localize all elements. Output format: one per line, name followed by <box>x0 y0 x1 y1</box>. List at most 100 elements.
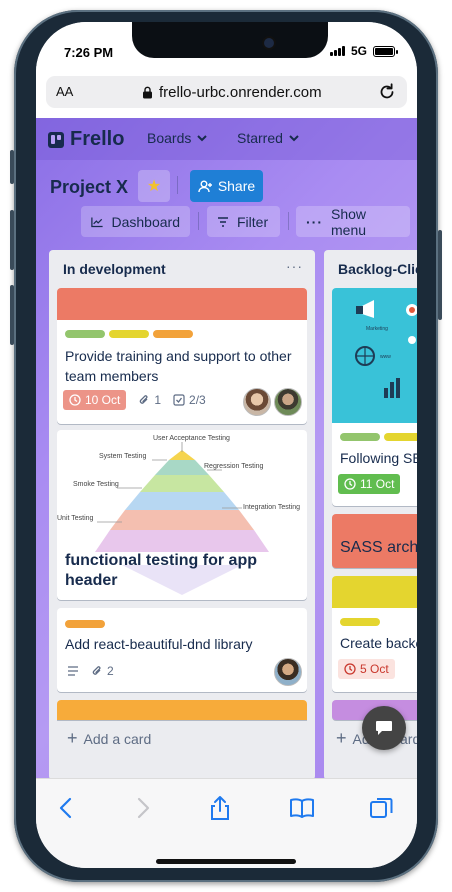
attachments-count: 1 <box>154 393 162 407</box>
card-badges: 10 Oct 1 2/3 <box>63 390 206 410</box>
pyramid-label-system: System Testing <box>99 453 146 460</box>
card-badges: 2 <box>67 664 114 678</box>
attachments-badge: 2 <box>91 664 114 678</box>
mute-switch <box>10 150 14 184</box>
plus-icon: + <box>336 728 347 748</box>
home-indicator <box>156 859 296 864</box>
divider <box>177 176 178 194</box>
card-title: Add react-beautiful-dnd library <box>65 636 253 652</box>
share-button[interactable]: Share <box>190 170 263 202</box>
dashboard-button[interactable]: Dashboard <box>81 206 190 237</box>
card-sass[interactable]: SASS archit <box>332 514 417 568</box>
screen: 7:26 PM 5G AA frello-urbc.onrender.com F… <box>36 22 417 868</box>
list-title[interactable]: In development <box>63 261 166 277</box>
chat-button[interactable] <box>362 706 406 750</box>
checklist-progress: 2/3 <box>189 393 206 407</box>
share-icon[interactable] <box>207 795 233 821</box>
card-title: SASS archit <box>340 539 417 556</box>
starred-menu-button[interactable]: Starred <box>237 130 299 146</box>
star-icon: ★ <box>146 178 162 195</box>
pyramid-label-regression: Regression Testing <box>204 463 264 470</box>
label-green[interactable] <box>340 433 380 441</box>
cover-text-marketing: Marketing <box>366 326 388 332</box>
filter-label: Filter <box>237 213 269 230</box>
board-title[interactable]: Project X <box>50 177 128 198</box>
due-date-badge[interactable]: 11 Oct <box>338 474 401 494</box>
member-avatar[interactable] <box>274 658 302 686</box>
add-card-button[interactable]: + Add a card <box>67 728 151 749</box>
lock-icon <box>143 86 152 99</box>
label-yellow[interactable] <box>340 618 380 626</box>
app-logo[interactable]: Frello <box>48 128 124 151</box>
list-menu-button[interactable]: ··· <box>286 258 303 274</box>
label-yellow[interactable] <box>109 330 149 338</box>
card-training[interactable]: Provide training and support to other te… <box>57 288 307 424</box>
back-icon[interactable] <box>54 795 80 821</box>
forward-icon[interactable] <box>129 795 155 821</box>
tabs-icon[interactable] <box>369 795 395 821</box>
member-avatar[interactable] <box>274 388 302 416</box>
power-button <box>438 230 442 320</box>
due-date: 10 Oct <box>85 393 121 407</box>
due-date-badge[interactable]: 10 Oct <box>63 390 127 410</box>
signal-icon <box>329 46 345 56</box>
reload-icon[interactable] <box>377 82 397 102</box>
url-field[interactable]: frello-urbc.onrender.com <box>142 84 322 101</box>
card-title: functional testing for app header <box>65 552 257 589</box>
checklist-icon <box>173 394 185 406</box>
clock-icon <box>344 663 356 675</box>
clock-icon <box>344 478 356 490</box>
attachments-count: 2 <box>107 664 114 678</box>
due-date: 11 Oct <box>360 477 395 491</box>
volume-up-button <box>10 210 14 270</box>
card-dnd-library[interactable]: Add react-beautiful-dnd library 2 <box>57 608 307 692</box>
list-backlog: Backlog-Clie Marketing www Following S 1… <box>324 250 417 778</box>
card-partial[interactable] <box>57 700 307 720</box>
card-title: Following SEO <box>340 450 417 466</box>
dashboard-label: Dashboard <box>111 213 181 230</box>
card-labels <box>340 433 417 441</box>
bookmarks-icon[interactable] <box>289 795 315 821</box>
member-avatar[interactable] <box>243 388 271 416</box>
card-seo[interactable]: Marketing www Following SEO 11 Oct <box>332 288 417 506</box>
address-bar[interactable]: AA frello-urbc.onrender.com <box>46 76 407 108</box>
chart-icon <box>91 217 103 227</box>
due-date-badge[interactable]: 5 Oct <box>338 659 395 679</box>
logo-icon <box>48 131 64 148</box>
browser-toolbar <box>36 778 417 868</box>
label-orange[interactable] <box>153 330 193 338</box>
card-title: Create backe <box>340 635 417 651</box>
network-label: 5G <box>350 44 367 58</box>
filter-button[interactable]: Filter <box>207 206 280 237</box>
divider <box>198 212 199 230</box>
filter-icon <box>218 216 228 227</box>
status-time: 7:26 PM <box>64 45 114 60</box>
chat-icon <box>376 721 392 735</box>
logo-text: Frello <box>70 128 125 150</box>
paperclip-icon <box>140 395 148 404</box>
label-yellow[interactable] <box>384 433 417 441</box>
notch <box>132 22 328 58</box>
pyramid-label-integration: Integration Testing <box>243 504 300 511</box>
list-in-development: In development ··· Provide training and … <box>49 250 315 778</box>
chevron-down-icon <box>289 134 299 141</box>
more-icon: ··· <box>306 213 323 230</box>
card-cover <box>57 700 307 720</box>
label-orange[interactable] <box>65 620 105 628</box>
reader-settings-button[interactable]: AA <box>56 84 73 99</box>
boards-menu-button[interactable]: Boards <box>147 130 208 146</box>
card-functional-testing[interactable]: User Acceptance Testing System Testing R… <box>57 430 307 600</box>
front-camera <box>264 38 274 48</box>
list-title[interactable]: Backlog-Clie <box>338 261 417 277</box>
card-create-backend[interactable]: Create backe 5 Oct <box>332 576 417 692</box>
board-page: Frello Boards Starred Project X ★ Share … <box>36 118 417 778</box>
pyramid-label-unit: Unit Testing <box>57 515 94 522</box>
status-indicators: 5G <box>329 44 398 58</box>
star-board-button[interactable]: ★ <box>138 170 170 202</box>
paperclip-icon <box>92 666 101 675</box>
add-card-label: Add a card <box>83 730 152 747</box>
checklist-badge: 2/3 <box>173 393 206 407</box>
show-menu-label: Show menu <box>331 205 367 238</box>
show-menu-button[interactable]: ··· Show menu <box>296 205 410 238</box>
label-green[interactable] <box>65 330 105 338</box>
